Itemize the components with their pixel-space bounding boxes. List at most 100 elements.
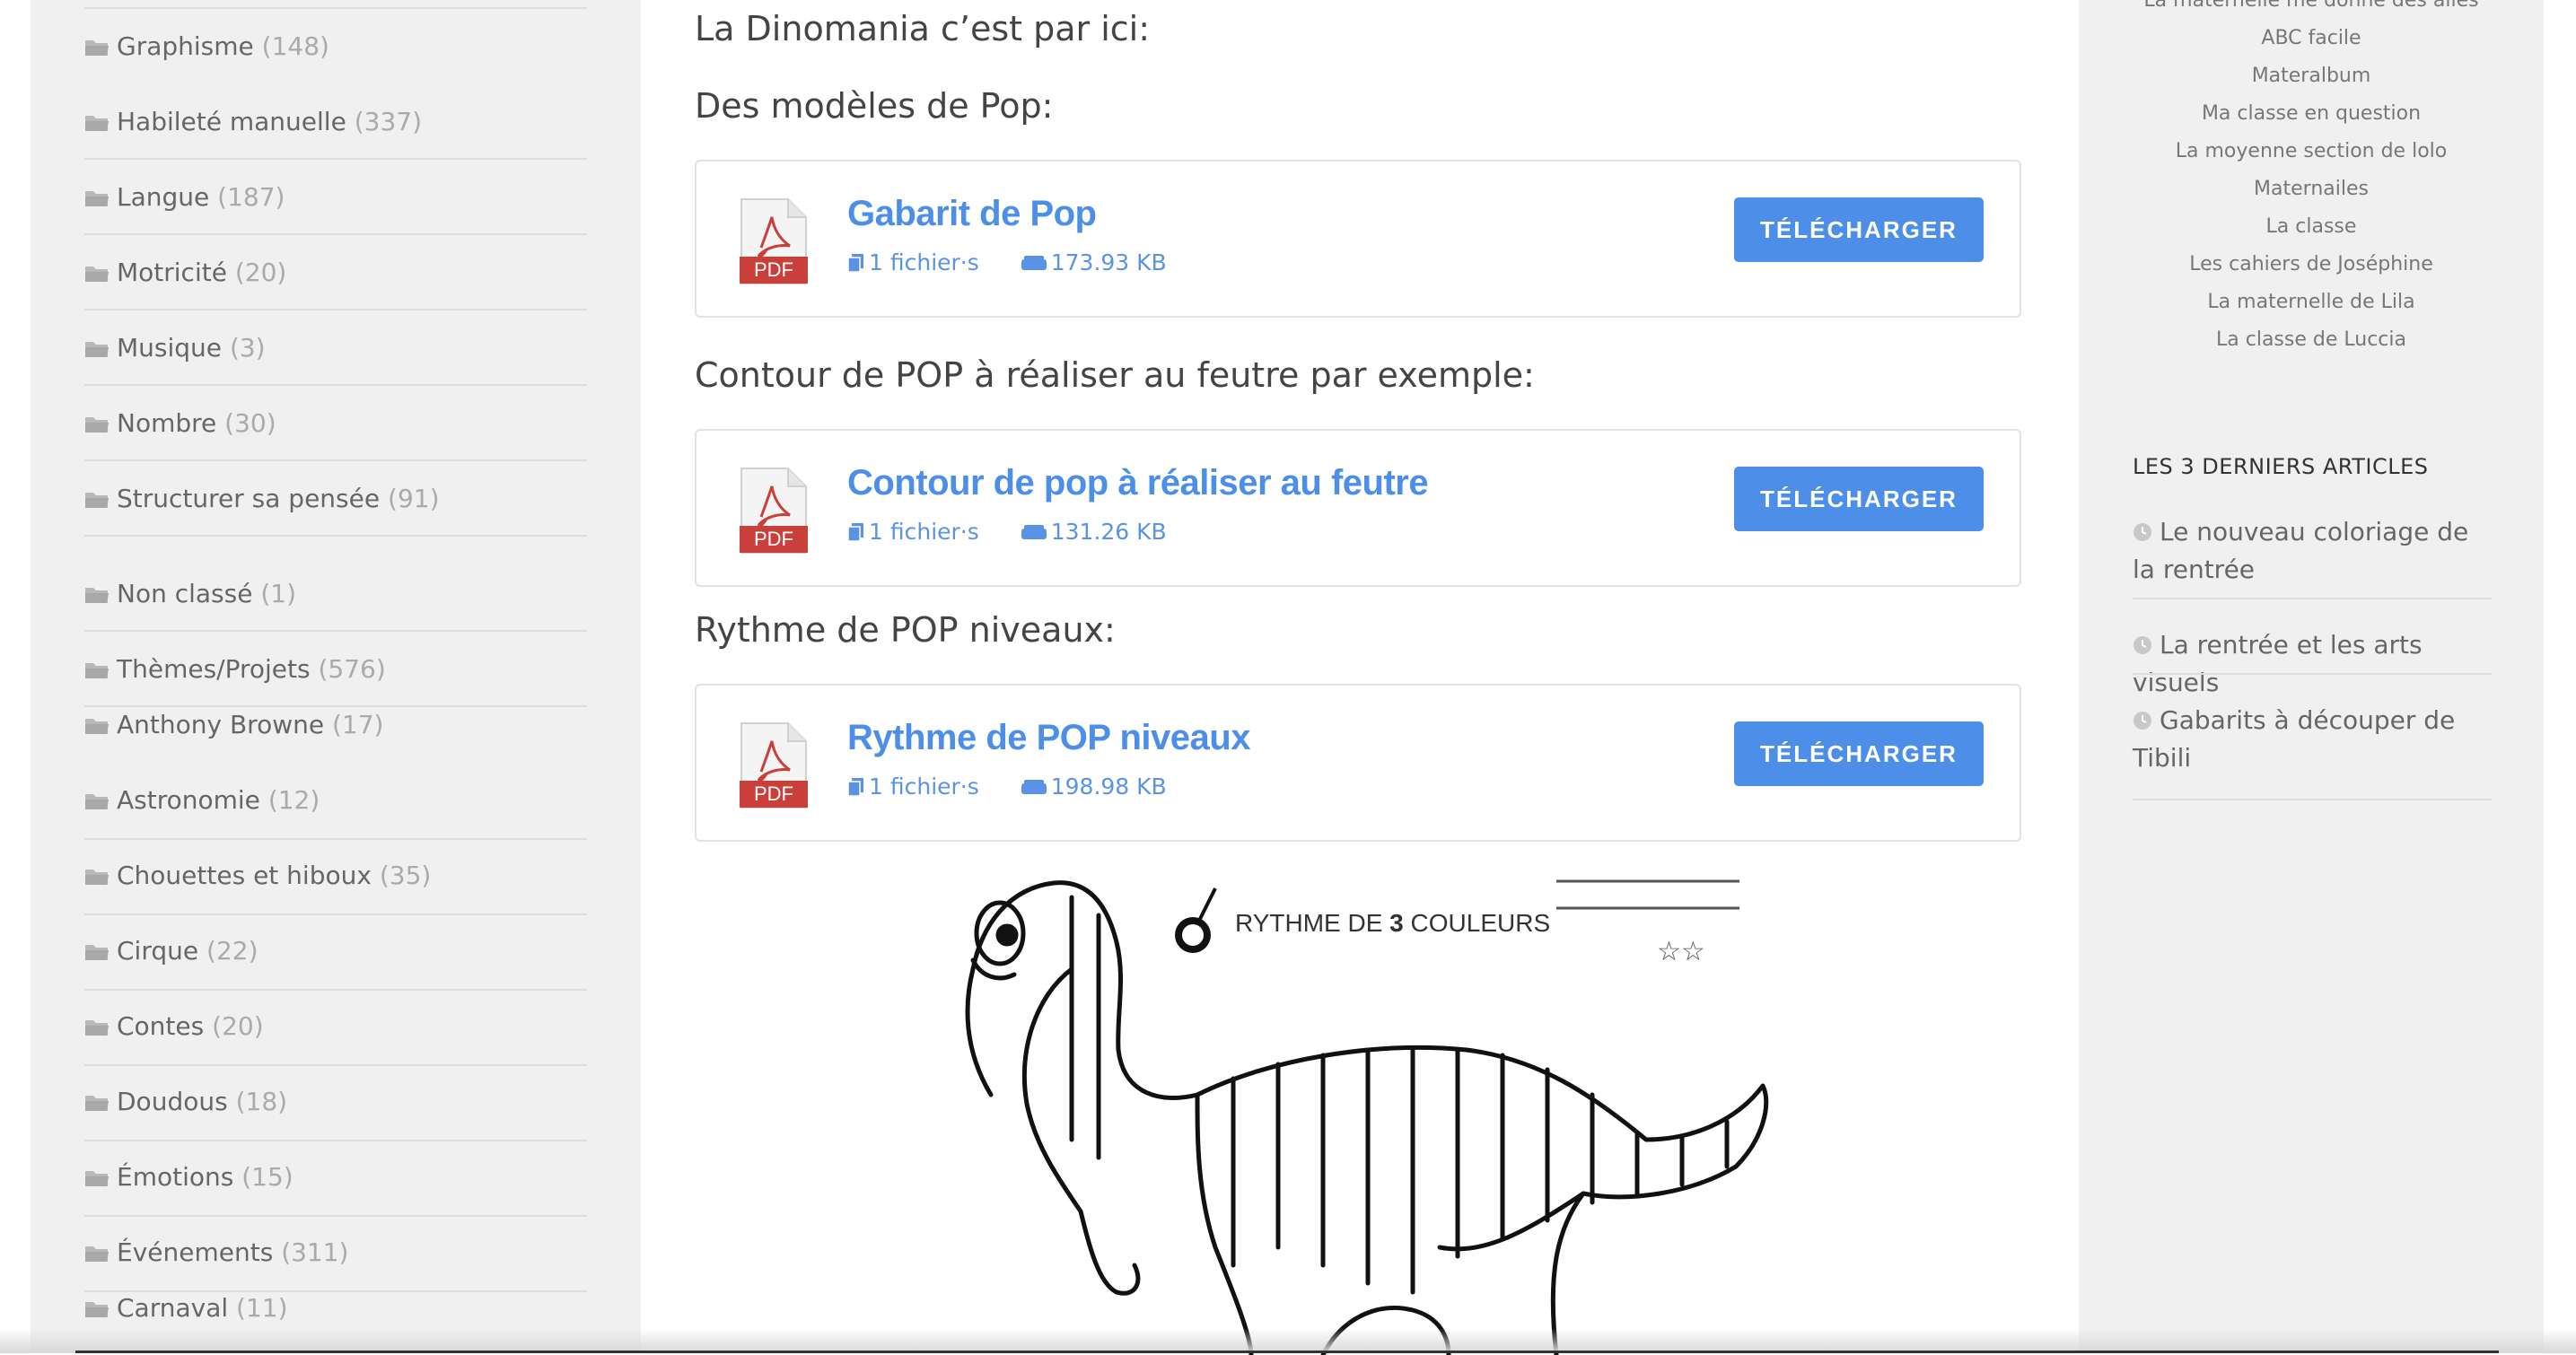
folder-icon bbox=[85, 417, 109, 433]
file-size: 198.98 KB bbox=[1050, 774, 1167, 800]
pdf-file-icon: PDF bbox=[740, 722, 808, 809]
blog-link[interactable]: Les cahiers de Joséphine bbox=[2079, 253, 2544, 275]
intro-text: La Dinomania c’est par ici: bbox=[695, 9, 1151, 48]
category-item[interactable]: Motricité (20) bbox=[84, 244, 587, 302]
category-item[interactable]: Langue (187) bbox=[84, 169, 587, 226]
file-title[interactable]: Contour de pop à réaliser au feutre bbox=[847, 463, 1429, 503]
category-label: Astronomie bbox=[117, 785, 260, 815]
download-button[interactable]: TÉLÉCHARGER bbox=[1734, 721, 1984, 786]
pdf-label: PDF bbox=[754, 258, 793, 281]
blog-link[interactable]: Ma classe en question bbox=[2079, 102, 2544, 125]
category-item[interactable]: Non classé (1) bbox=[84, 565, 587, 623]
category-count: (20) bbox=[212, 1011, 264, 1041]
article-title: La rentrée et les arts visuels bbox=[2133, 630, 2423, 697]
folder-icon bbox=[85, 116, 109, 131]
difficulty-stars: ☆☆ bbox=[1657, 936, 1705, 967]
category-count: (12) bbox=[267, 785, 320, 815]
category-item[interactable]: Contes (20) bbox=[84, 998, 587, 1055]
category-count: (18) bbox=[235, 1087, 288, 1116]
divider bbox=[84, 1064, 587, 1066]
clock-icon bbox=[2134, 712, 2151, 730]
file-count: 1 fichier·s bbox=[869, 249, 979, 275]
folder-icon bbox=[85, 663, 109, 678]
folder-icon bbox=[85, 342, 109, 357]
pdf-file-icon: PDF bbox=[740, 198, 808, 284]
divider bbox=[84, 459, 587, 461]
category-item[interactable]: Événements (311) bbox=[84, 1224, 587, 1281]
category-item[interactable]: Thèmes/Projets (576) bbox=[84, 641, 587, 698]
category-item[interactable]: Doudous (18) bbox=[84, 1073, 587, 1131]
dino-worksheet-image: RYTHME DE 3 COULEURS ☆☆ bbox=[965, 879, 1769, 1355]
category-label: Contes bbox=[117, 1011, 205, 1041]
category-item[interactable]: Émotions (15) bbox=[84, 1149, 587, 1206]
category-label: Événements bbox=[117, 1237, 274, 1267]
download-button[interactable]: TÉLÉCHARGER bbox=[1734, 467, 1984, 531]
category-count: (20) bbox=[234, 258, 287, 287]
folder-icon bbox=[85, 1246, 109, 1262]
category-count: (337) bbox=[354, 107, 423, 136]
file-size: 131.26 KB bbox=[1050, 519, 1167, 545]
category-item[interactable]: Nombre (30) bbox=[84, 395, 587, 452]
category-label: Langue bbox=[117, 182, 210, 212]
blog-link[interactable]: Maternailes bbox=[2079, 178, 2544, 200]
files-icon bbox=[847, 523, 863, 542]
blog-link[interactable]: ABC facile bbox=[2079, 27, 2544, 49]
category-count: (35) bbox=[379, 861, 432, 890]
blog-link[interactable]: Materalbum bbox=[2079, 65, 2544, 87]
file-meta: 1 fichier·s 173.93 KB bbox=[847, 249, 1201, 275]
category-item[interactable]: Astronomie (12) bbox=[84, 772, 587, 829]
folder-icon bbox=[85, 945, 109, 960]
download-button[interactable]: TÉLÉCHARGER bbox=[1734, 197, 1984, 262]
files-icon bbox=[847, 254, 863, 273]
category-label: Thèmes/Projets bbox=[117, 654, 311, 684]
blog-link[interactable]: La maternelle me donne des ailes bbox=[2079, 0, 2544, 12]
file-meta: 1 fichier·s 131.26 KB bbox=[847, 519, 1201, 545]
pdf-label: PDF bbox=[754, 782, 793, 805]
divider bbox=[84, 309, 587, 310]
divider bbox=[84, 7, 587, 9]
blog-link[interactable]: La classe bbox=[2079, 215, 2544, 238]
page: Graphisme (148) Habileté manuelle (337) La… bbox=[31, 0, 2544, 1355]
folder-icon bbox=[85, 870, 109, 885]
blog-link[interactable]: La maternelle de Lila bbox=[2079, 291, 2544, 313]
file-title[interactable]: Rythme de POP niveaux bbox=[847, 718, 1250, 758]
divider bbox=[84, 914, 587, 915]
folder-icon bbox=[85, 1302, 109, 1317]
divider bbox=[84, 233, 587, 235]
article-link[interactable]: Gabarits à découper de Tibili bbox=[2133, 702, 2492, 777]
category-item[interactable]: Graphisme (148) bbox=[84, 18, 587, 75]
category-item[interactable]: Structurer sa pensée (91) bbox=[84, 470, 587, 528]
category-label: Émotions bbox=[117, 1162, 234, 1192]
category-label: Structurer sa pensée bbox=[117, 484, 381, 513]
divider bbox=[84, 384, 587, 386]
category-label: Cirque bbox=[117, 936, 199, 966]
folder-icon bbox=[85, 719, 109, 734]
category-count: (1) bbox=[260, 579, 297, 608]
category-count: (11) bbox=[236, 1293, 288, 1323]
divider bbox=[2133, 598, 2492, 599]
article-link[interactable]: Le nouveau coloriage de la rentrée bbox=[2133, 513, 2492, 589]
section-heading-rhythm: Rythme de POP niveaux: bbox=[695, 610, 1116, 650]
category-item[interactable]: Habileté manuelle (337) bbox=[84, 93, 587, 151]
article-link[interactable]: La rentrée et les arts visuels bbox=[2133, 626, 2492, 702]
category-item[interactable]: Musique (3) bbox=[84, 319, 587, 377]
category-label: Musique bbox=[117, 333, 223, 363]
divider bbox=[84, 1215, 587, 1217]
file-title[interactable]: Gabarit de Pop bbox=[847, 194, 1097, 234]
category-label: Non classé bbox=[117, 579, 253, 608]
category-item[interactable]: Chouettes et hiboux (35) bbox=[84, 847, 587, 905]
file-meta: 1 fichier·s 198.98 KB bbox=[847, 774, 1201, 800]
divider bbox=[84, 1140, 587, 1141]
blog-link[interactable]: La moyenne section de lolo bbox=[2079, 140, 2544, 162]
clock-icon bbox=[2134, 636, 2151, 654]
folder-icon bbox=[85, 1020, 109, 1036]
folder-icon bbox=[85, 40, 109, 56]
folder-icon bbox=[85, 493, 109, 508]
divider bbox=[84, 535, 587, 537]
folder-icon bbox=[85, 588, 109, 603]
pdf-file-icon: PDF bbox=[740, 468, 808, 554]
category-count: (576) bbox=[318, 654, 386, 684]
category-item[interactable]: Cirque (22) bbox=[84, 922, 587, 980]
blog-link[interactable]: La classe de Luccia bbox=[2079, 328, 2544, 351]
category-count: (15) bbox=[241, 1162, 294, 1192]
